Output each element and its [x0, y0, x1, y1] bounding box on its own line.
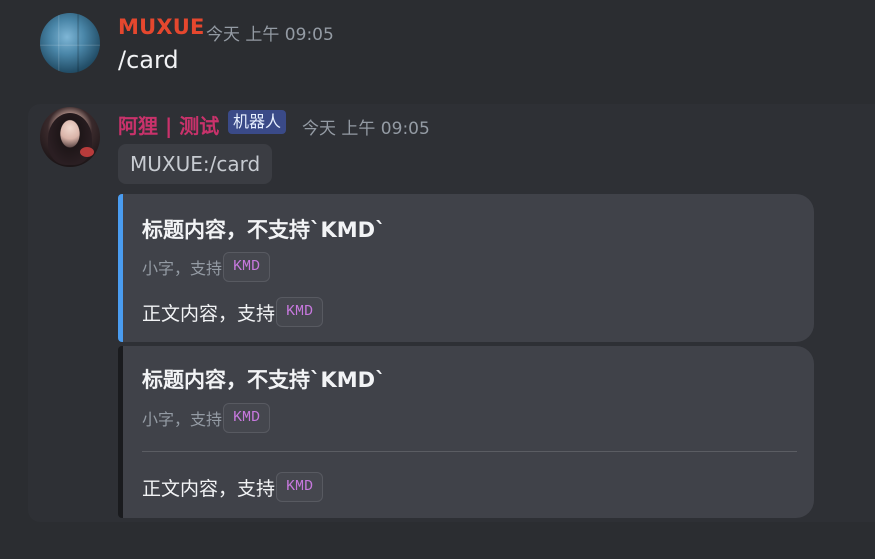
card-title: 标题内容，不支持`KMD`: [142, 218, 386, 242]
card-body: 正文内容，支持 KMD: [142, 297, 324, 327]
card-subtitle-text: 小字，支持: [142, 410, 223, 429]
card-body-text: 正文内容，支持: [142, 477, 276, 500]
timestamp: 今天 上午 09:05: [206, 25, 334, 45]
message-text: /card: [118, 46, 179, 74]
bot-badge: 机器人: [228, 110, 287, 134]
reply-text: MUXUE:/card: [118, 144, 273, 184]
inline-code: KMD: [276, 472, 324, 502]
card-subtitle-text: 小字，支持: [142, 259, 223, 278]
card-body: 正文内容，支持 KMD: [142, 472, 324, 502]
avatar-muxue[interactable]: [40, 13, 100, 73]
card-subtitle: 小字，支持 KMD: [142, 403, 271, 433]
avatar-bot[interactable]: [40, 107, 100, 167]
inline-code: KMD: [223, 403, 271, 433]
card: 标题内容，不支持`KMD` 小字，支持 KMD 正文内容，支持 KMD: [118, 346, 814, 518]
author-name[interactable]: 阿狸 | 测试: [118, 110, 219, 139]
inline-code: KMD: [223, 252, 271, 282]
card-divider: [142, 451, 797, 452]
card: 标题内容，不支持`KMD` 小字，支持 KMD 正文内容，支持 KMD: [118, 194, 814, 342]
card-body-text: 正文内容，支持: [142, 302, 276, 325]
chat-view: MUXUE 今天 上午 09:05 /card 阿狸 | 测试 机器人 今天 上…: [0, 0, 875, 559]
timestamp: 今天 上午 09:05: [302, 119, 430, 139]
message-muxue[interactable]: MUXUE 今天 上午 09:05 /card: [0, 0, 875, 100]
card-title: 标题内容，不支持`KMD`: [142, 368, 386, 392]
author-name[interactable]: MUXUE: [118, 15, 205, 39]
inline-code: KMD: [276, 297, 324, 327]
card-subtitle: 小字，支持 KMD: [142, 252, 271, 282]
